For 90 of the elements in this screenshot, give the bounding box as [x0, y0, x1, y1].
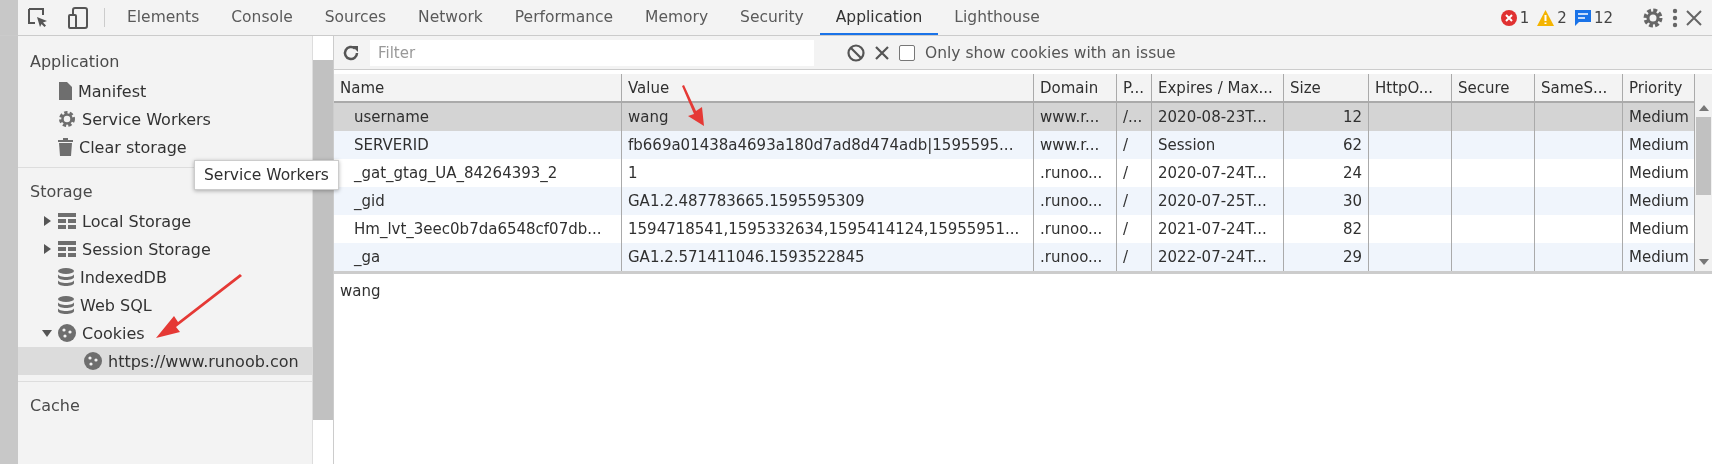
column-header[interactable]: Name — [334, 74, 622, 103]
cookie-icon — [58, 324, 76, 342]
panel-tab[interactable]: Sources — [308, 0, 403, 35]
cookie-value-preview: wang — [339, 281, 382, 302]
cookie-icon — [84, 352, 102, 370]
sidebar-item[interactable]: Manifest — [18, 77, 312, 105]
table-cell: .runoo... — [1034, 243, 1117, 271]
table-cell: Session — [1152, 131, 1284, 159]
checkbox-label: Only show cookies with an issue — [925, 43, 1176, 62]
collapsed-arrow-icon[interactable] — [42, 244, 52, 254]
counter-value: 12 — [1593, 8, 1613, 27]
sidebar-item[interactable]: Web SQL — [18, 291, 312, 319]
database-icon — [58, 296, 74, 314]
expanded-arrow-icon[interactable] — [42, 328, 52, 338]
error-icon — [1500, 9, 1517, 26]
table-cell: 12 — [1284, 103, 1369, 131]
table-cell: 2022-07-24T... — [1152, 243, 1284, 271]
table-cell: 2020-07-25T... — [1152, 187, 1284, 215]
table-cell: 30 — [1284, 187, 1369, 215]
trash-icon — [58, 138, 73, 156]
column-header[interactable]: SameS... — [1535, 74, 1623, 103]
table-cell: GA1.2.571411046.1593522845 — [622, 243, 1034, 271]
grid-icon — [58, 213, 76, 229]
message-icon — [1574, 9, 1591, 26]
close-icon[interactable] — [1686, 9, 1702, 26]
table-cell: wang — [622, 103, 1034, 131]
table-cell: 2020-08-23T... — [1152, 103, 1284, 131]
sidebar-item[interactable]: Local Storage — [18, 207, 312, 235]
scroll-down-icon[interactable] — [1698, 259, 1709, 265]
sidebar-item[interactable]: Session Storage — [18, 235, 312, 263]
panel-tab[interactable]: Memory — [629, 0, 725, 35]
panel-tab[interactable]: Console — [215, 0, 309, 35]
column-header[interactable]: Size — [1284, 74, 1369, 103]
column-header[interactable]: HttpO... — [1369, 74, 1452, 103]
table-cell: _ga — [334, 243, 622, 271]
table-cell: SERVERID — [334, 131, 622, 159]
column-header[interactable]: Value — [622, 74, 1034, 103]
table-cell: GA1.2.487783665.1595595309 — [622, 187, 1034, 215]
table-cell: / — [1117, 131, 1152, 159]
annotation-arrow — [680, 84, 704, 126]
database-icon — [58, 268, 74, 286]
table-cell: username — [334, 103, 622, 131]
table-cell: Medium — [1623, 187, 1695, 215]
table-cell: / — [1117, 187, 1152, 215]
checkbox[interactable] — [899, 44, 915, 61]
panel-tab[interactable]: Security — [724, 0, 820, 35]
grid-icon — [58, 241, 76, 257]
warning-icon — [1537, 9, 1555, 26]
filter-field[interactable]: Filter — [370, 39, 814, 66]
gear-icon — [58, 110, 76, 128]
table-cell: Medium — [1623, 131, 1695, 159]
collapsed-arrow-icon[interactable] — [42, 216, 52, 226]
table-cell: Medium — [1623, 103, 1695, 131]
sidebar-item[interactable]: Clear storage — [18, 133, 312, 161]
panel-tab[interactable]: Performance — [498, 0, 630, 35]
table-cell: / — [1117, 243, 1152, 271]
table-cell: 29 — [1284, 243, 1369, 271]
table-cell: _gid — [334, 187, 622, 215]
more-icon[interactable] — [1672, 7, 1678, 28]
column-header[interactable]: Priority — [1623, 74, 1695, 103]
column-header[interactable]: Secure — [1452, 74, 1535, 103]
block-icon[interactable] — [847, 43, 865, 62]
tooltip: Service Workers — [194, 160, 339, 190]
counter-value: 1 — [1519, 8, 1530, 27]
panel-tab[interactable]: Lighthouse — [938, 0, 1056, 35]
section-title: Cache — [29, 395, 81, 417]
table-cell: www.r... — [1034, 103, 1117, 131]
scrollbar-thumb[interactable] — [1696, 117, 1711, 195]
section-title: Application — [29, 51, 121, 73]
column-header[interactable]: Domain — [1034, 74, 1117, 103]
column-header[interactable]: Expires / Max... — [1152, 74, 1284, 103]
table-cell: /... — [1117, 103, 1152, 131]
panel-tab[interactable]: Network — [402, 0, 499, 35]
column-header[interactable]: P... — [1117, 74, 1152, 103]
table-cell: www.r... — [1034, 131, 1117, 159]
refresh-icon[interactable] — [342, 43, 360, 62]
settings-icon[interactable] — [1642, 6, 1664, 29]
table-cell: .runoo... — [1034, 187, 1117, 215]
table-cell: Medium — [1623, 243, 1695, 271]
table-cell: 62 — [1284, 131, 1369, 159]
panel-tab[interactable]: Elements — [111, 0, 216, 35]
clear-icon[interactable] — [875, 45, 889, 60]
sidebar-item[interactable]: Cookies — [18, 319, 312, 347]
sidebar-item[interactable]: https://www.runoob.con — [18, 347, 312, 375]
table-cell: fb669a01438a4693a180d7ad8d474adb|1595595... — [622, 131, 1034, 159]
counter-value: 2 — [1557, 8, 1567, 27]
scroll-up-icon[interactable] — [1698, 105, 1709, 111]
sidebar-item[interactable]: IndexedDB — [18, 263, 312, 291]
sidebar-item[interactable]: Service Workers — [18, 105, 312, 133]
file-icon — [58, 82, 72, 100]
